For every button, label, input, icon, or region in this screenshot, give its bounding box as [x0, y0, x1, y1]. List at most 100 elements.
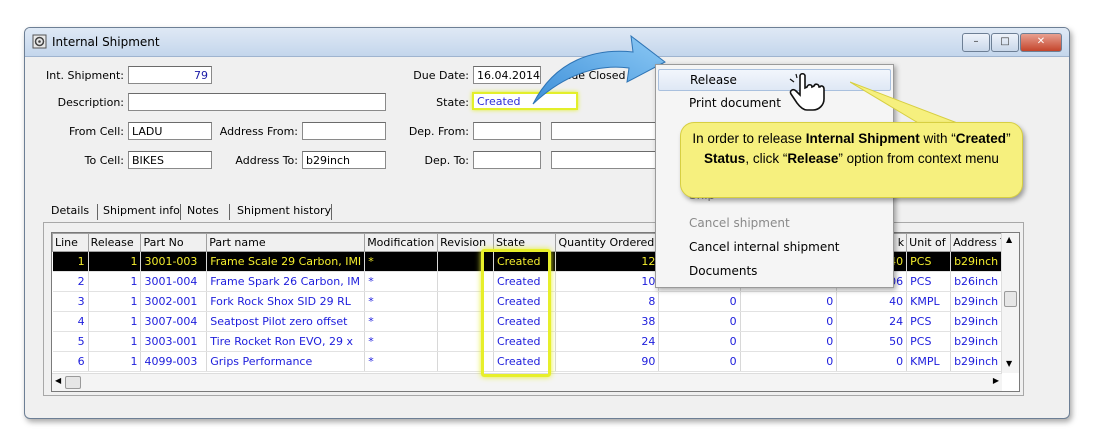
cell-c1[interactable]: 0 [658, 331, 741, 352]
col-header-line[interactable]: Line [52, 233, 89, 252]
maximize-button[interactable]: □ [991, 33, 1019, 52]
col-header-revision[interactable]: Revision [437, 233, 494, 252]
cell-c3[interactable]: 40 [836, 291, 908, 312]
cell-qty[interactable]: 8 [555, 291, 660, 312]
col-header-modification[interactable]: Modification [364, 233, 439, 252]
cell-qty[interactable]: 12 [555, 251, 660, 272]
cell-c3[interactable]: 24 [836, 311, 908, 332]
cell-part-name[interactable]: Grips Performance [206, 351, 366, 372]
cell-rev[interactable] [437, 291, 494, 312]
cell-rev[interactable] [437, 351, 494, 372]
table-row[interactable]: 3 1 3002-001 Fork Rock Shox SID 29 RL * Creat… [52, 291, 1019, 312]
dep-to-field[interactable] [473, 151, 541, 169]
cell-c1[interactable]: 0 [658, 291, 741, 312]
cell-qty[interactable]: 10 [555, 271, 660, 292]
cell-part-name[interactable]: Tire Rocket Ron EVO, 29 x [206, 331, 366, 352]
scroll-up-icon[interactable]: ▲ [1006, 235, 1012, 244]
close-button[interactable]: ✕ [1020, 33, 1062, 52]
cell-rev[interactable] [437, 311, 494, 332]
cell-part-no[interactable]: 3001-004 [140, 271, 208, 292]
cell-part-no[interactable]: 3003-001 [140, 331, 208, 352]
cell-state[interactable]: Created [493, 271, 557, 292]
menu-item-cancel-internal-shipment[interactable]: Cancel internal shipment [658, 236, 891, 258]
cell-state[interactable]: Created [493, 291, 557, 312]
col-header-unit[interactable]: Unit of [906, 233, 952, 252]
cell-line[interactable]: 5 [52, 331, 89, 352]
cell-unit[interactable]: PCS [906, 331, 952, 352]
cell-unit[interactable]: KMPL [906, 291, 952, 312]
menu-item-documents[interactable]: Documents [658, 260, 891, 282]
minimize-button[interactable]: – [962, 33, 990, 52]
cell-part-no[interactable]: 3007-004 [140, 311, 208, 332]
cell-state[interactable]: Created [493, 311, 557, 332]
cell-mod[interactable]: * [364, 291, 439, 312]
cell-line[interactable]: 1 [52, 251, 89, 272]
cell-state[interactable]: Created [493, 331, 557, 352]
dep-from-name-field[interactable] [551, 122, 661, 140]
cell-c2[interactable]: 0 [740, 331, 838, 352]
cell-rev[interactable] [437, 331, 494, 352]
cell-c1[interactable]: 0 [658, 311, 741, 332]
vertical-scroll-thumb[interactable] [1004, 291, 1017, 307]
horizontal-scrollbar[interactable]: ◀ ▶ [52, 373, 1002, 391]
tab-shipment-info[interactable]: Shipment info [99, 201, 184, 221]
cell-release[interactable]: 1 [88, 351, 142, 372]
cell-mod[interactable]: * [364, 271, 439, 292]
cell-release[interactable]: 1 [88, 251, 142, 272]
cell-mod[interactable]: * [364, 311, 439, 332]
cell-c1[interactable]: 0 [658, 351, 741, 372]
scroll-right-icon[interactable]: ▶ [993, 376, 999, 385]
col-header-part-name[interactable]: Part name [206, 233, 366, 252]
address-from-field[interactable] [302, 122, 386, 140]
col-header-release[interactable]: Release [87, 233, 142, 252]
cell-state[interactable]: Created [493, 351, 557, 372]
scroll-down-icon[interactable]: ▼ [1006, 359, 1012, 368]
cell-c2[interactable]: 0 [740, 291, 838, 312]
cell-c2[interactable]: 0 [740, 351, 838, 372]
cell-release[interactable]: 1 [88, 291, 142, 312]
cell-qty[interactable]: 38 [555, 311, 660, 332]
cell-state[interactable]: Created [493, 251, 557, 272]
cell-part-name[interactable]: Fork Rock Shox SID 29 RL [206, 291, 366, 312]
description-field[interactable] [128, 93, 386, 111]
cell-part-name[interactable]: Frame Spark 26 Carbon, IM [206, 271, 366, 292]
cell-qty[interactable]: 90 [555, 351, 660, 372]
col-header-quantity-ordered[interactable]: Quantity Ordered [555, 233, 660, 252]
int-shipment-field[interactable]: 79 [128, 66, 212, 84]
cell-unit[interactable]: PCS [906, 311, 952, 332]
cell-qty[interactable]: 24 [555, 331, 660, 352]
col-header-state[interactable]: State [492, 233, 557, 252]
table-row[interactable]: 6 1 4099-003 Grips Performance * Created 90 0 0 0… [52, 351, 1019, 372]
cell-rev[interactable] [437, 271, 494, 292]
cell-release[interactable]: 1 [88, 271, 142, 292]
cell-part-name[interactable]: Frame Scale 29 Carbon, IMI [206, 251, 366, 272]
cell-mod[interactable]: * [364, 331, 439, 352]
cell-part-no[interactable]: 3001-003 [140, 251, 208, 272]
cell-unit[interactable]: KMPL [906, 351, 952, 372]
vertical-scrollbar[interactable]: ▲ ▼ [1001, 233, 1019, 373]
scroll-left-icon[interactable]: ◀ [55, 376, 61, 385]
cell-release[interactable]: 1 [88, 311, 142, 332]
cell-unit[interactable]: PCS [906, 251, 952, 272]
dep-from-field[interactable] [473, 122, 541, 140]
cell-line[interactable]: 2 [52, 271, 89, 292]
cell-unit[interactable]: PCS [906, 271, 952, 292]
dep-to-name-field[interactable] [551, 151, 661, 169]
col-header-part-no[interactable]: Part No [140, 233, 208, 252]
cell-line[interactable]: 4 [52, 311, 89, 332]
cell-c2[interactable]: 0 [740, 311, 838, 332]
cell-c3[interactable]: 0 [836, 351, 908, 372]
cell-part-no[interactable]: 3002-001 [140, 291, 208, 312]
cell-release[interactable]: 1 [88, 331, 142, 352]
cell-part-no[interactable]: 4099-003 [140, 351, 208, 372]
horizontal-scroll-thumb[interactable] [65, 376, 81, 389]
address-to-field[interactable]: b29inch [302, 151, 386, 169]
table-row[interactable]: 4 1 3007-004 Seatpost Pilot zero offset * Cre… [52, 311, 1019, 332]
table-row[interactable]: 5 1 3003-001 Tire Rocket Ron EVO, 29 x * Crea… [52, 331, 1019, 352]
cell-line[interactable]: 6 [52, 351, 89, 372]
cell-rev[interactable] [437, 251, 494, 272]
tab-details[interactable]: Details [47, 201, 93, 221]
cell-c3[interactable]: 50 [836, 331, 908, 352]
from-cell-field[interactable]: LADU [128, 122, 212, 140]
cell-part-name[interactable]: Seatpost Pilot zero offset [206, 311, 366, 332]
